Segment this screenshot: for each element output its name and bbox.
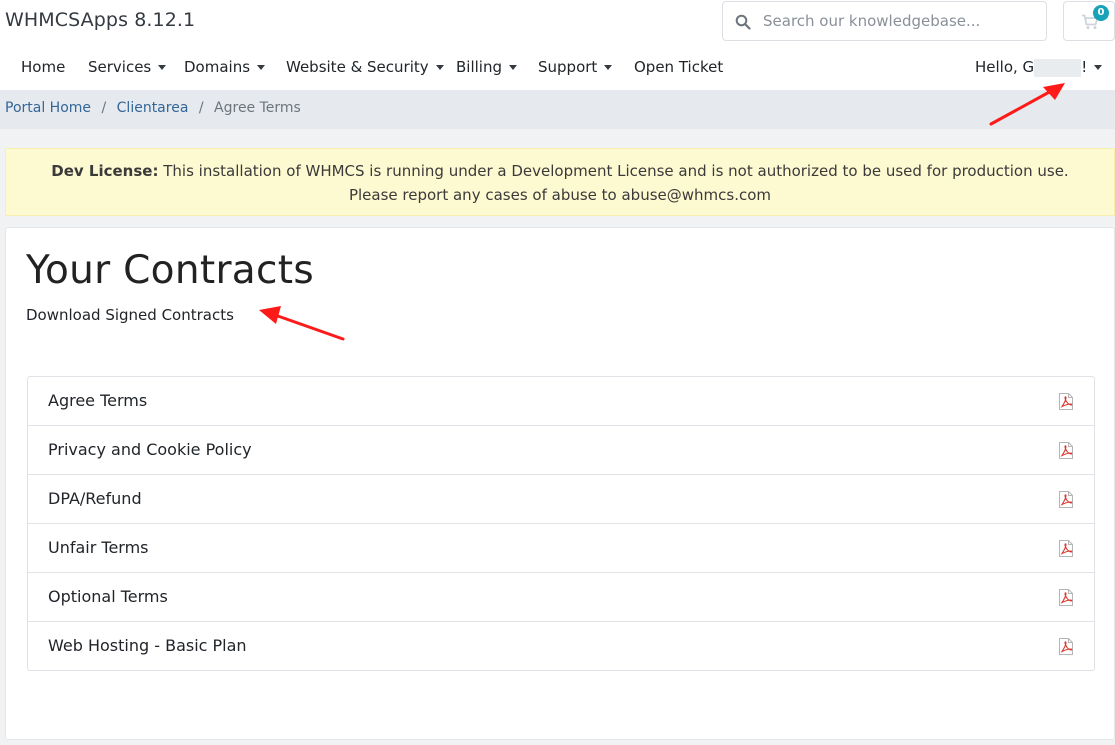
caret-down-icon (158, 64, 167, 70)
list-item[interactable]: DPA/Refund (28, 474, 1094, 523)
caret-down-icon (604, 64, 613, 70)
nav-item-label: Domains (184, 58, 251, 76)
user-greeting: Hello, G! (975, 58, 1088, 77)
redacted-username (1034, 58, 1082, 77)
contract-label: Agree Terms (48, 391, 148, 410)
nav-item-website-security[interactable]: Website & Security (286, 58, 444, 76)
cart-count-badge: 0 (1093, 5, 1109, 21)
contract-label: DPA/Refund (48, 489, 142, 508)
list-item[interactable]: Unfair Terms (28, 523, 1094, 572)
caret-down-icon (509, 64, 517, 70)
user-menu[interactable]: Hello, G! (975, 58, 1103, 77)
list-item[interactable]: Privacy and Cookie Policy (28, 425, 1094, 474)
breadcrumb-clientarea[interactable]: Clientarea (117, 100, 189, 116)
search-icon (735, 14, 751, 30)
main-nav: Home Services Domains Website & Security… (0, 50, 1115, 90)
top-header: WHMCSApps 8.12.1 0 Home Services Domains… (0, 0, 1115, 90)
nav-item-domains[interactable]: Domains (184, 58, 266, 76)
nav-item-label: Website & Security (286, 58, 429, 76)
file-pdf-icon[interactable] (1058, 442, 1074, 459)
nav-item-label: Support (538, 58, 598, 76)
breadcrumb-portal-home[interactable]: Portal Home (5, 100, 91, 116)
search-input[interactable] (763, 2, 1041, 40)
site-brand[interactable]: WHMCSApps 8.12.1 (5, 9, 195, 31)
contract-label: Web Hosting - Basic Plan (48, 636, 247, 655)
nav-item-label: Services (88, 58, 152, 76)
alert-message: This installation of WHMCS is running un… (163, 162, 1069, 180)
alert-line-1: Dev License: This installation of WHMCS … (6, 159, 1114, 183)
list-item[interactable]: Web Hosting - Basic Plan (28, 621, 1094, 670)
breadcrumb-separator: / (198, 100, 204, 116)
caret-down-icon (435, 64, 444, 70)
page-subtitle: Download Signed Contracts (26, 306, 234, 324)
nav-item-label: Home (21, 58, 66, 76)
contracts-card: Your Contracts Download Signed Contracts… (5, 227, 1115, 740)
file-pdf-icon[interactable] (1058, 540, 1074, 557)
nav-item-support[interactable]: Support (538, 58, 613, 76)
breadcrumb-current: Agree Terms (214, 100, 301, 116)
breadcrumb: Portal Home / Clientarea / Agree Terms (5, 100, 301, 116)
caret-down-icon (257, 64, 266, 70)
file-pdf-icon[interactable] (1058, 491, 1074, 508)
contract-label: Privacy and Cookie Policy (48, 440, 252, 459)
contracts-list: Agree Terms Privacy and Cookie Policy DP… (27, 376, 1095, 671)
cart-button[interactable]: 0 (1063, 1, 1115, 41)
breadcrumb-separator: / (101, 100, 107, 116)
nav-item-label: Open Ticket (634, 58, 724, 76)
list-item[interactable]: Agree Terms (28, 377, 1094, 425)
alert-line-2: Please report any cases of abuse to abus… (348, 186, 772, 204)
nav-item-billing[interactable]: Billing (456, 58, 517, 76)
alert-label: Dev License: (51, 162, 159, 180)
file-pdf-icon[interactable] (1058, 589, 1074, 606)
nav-item-open-ticket[interactable]: Open Ticket (634, 58, 723, 76)
nav-item-label: Billing (456, 58, 502, 76)
nav-item-home[interactable]: Home (21, 58, 65, 76)
page-title: Your Contracts (26, 248, 314, 293)
caret-down-icon (1094, 64, 1103, 70)
dev-license-alert: Dev License: This installation of WHMCS … (5, 148, 1115, 216)
file-pdf-icon[interactable] (1058, 638, 1074, 655)
nav-item-services[interactable]: Services (88, 58, 167, 76)
file-pdf-icon[interactable] (1058, 393, 1074, 410)
breadcrumb-bar: Portal Home / Clientarea / Agree Terms (0, 90, 1115, 129)
contract-label: Optional Terms (48, 587, 168, 606)
search-box[interactable] (722, 1, 1047, 41)
list-item[interactable]: Optional Terms (28, 572, 1094, 621)
contract-label: Unfair Terms (48, 538, 149, 557)
